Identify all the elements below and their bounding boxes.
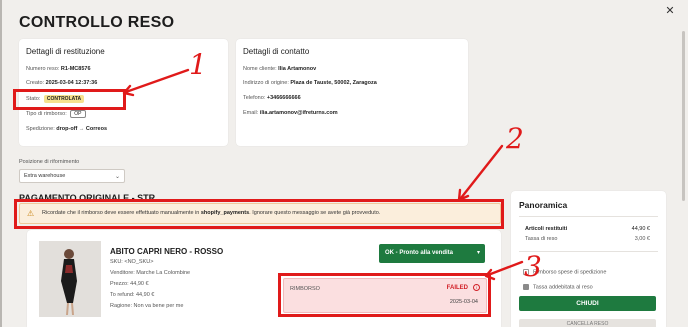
shipping-method: drop-off <box>56 126 78 132</box>
refund-type-badge: OP <box>70 110 86 118</box>
product-name: ABITO CAPRI NERO - ROSSO <box>110 247 224 256</box>
status-row: Stato: CONTROLATA <box>26 95 85 103</box>
warning-icon: ⚠ <box>27 209 35 218</box>
returned-items-value: 44,90 € <box>631 226 650 232</box>
address-row: Indirizzo di origine: Plaza de Tauste, 5… <box>243 80 377 86</box>
product-to-refund: To refund: 44,90 € <box>110 292 155 298</box>
refund-status: FAILED <box>446 285 468 291</box>
scrollbar[interactable] <box>681 25 686 327</box>
restock-select-value: Extra warehouse <box>24 173 66 179</box>
product-status-dropdown[interactable]: OK - Pronto alla vendita ▾ <box>379 244 485 263</box>
return-check-modal: CONTROLLO RESO ✕ Dettagli di restituzion… <box>0 0 688 327</box>
shipping-row: Spedizione: drop-off → Correos <box>26 126 108 132</box>
info-icon[interactable]: i <box>473 284 480 291</box>
restock-label: Posizione di rifornimento <box>19 159 80 165</box>
contact-details-card: Dettagli di contatto Nome cliente: Ilia … <box>236 39 468 146</box>
summary-panel: Panoramica Articoli restituiti 44,90 € T… <box>511 191 666 327</box>
phone-value: +3466666666 <box>266 95 301 101</box>
scrollbar-thumb[interactable] <box>682 31 685 201</box>
product-sku: SKU: <NO_SKU> <box>110 259 154 265</box>
restock-select[interactable]: Extra warehouse ⌄ <box>19 169 125 183</box>
refund-type-row: Tipo di rimborso: OP <box>26 110 86 118</box>
created-value: 2025-03-04 12:37:36 <box>45 80 98 86</box>
product-reason: Ragione: Non va bene per me <box>110 303 184 309</box>
contact-details-heading: Dettagli di contatto <box>243 47 310 56</box>
original-payment-heading: PAGAMENTO ORIGINALE - STR <box>19 193 156 203</box>
refund-label: RIMBORSO <box>290 286 320 292</box>
cancel-return-button[interactable]: CANCELLA RESO <box>519 319 656 327</box>
shipping-refund-checkbox[interactable] <box>523 269 529 275</box>
divider <box>519 251 658 252</box>
page-title: CONTROLLO RESO <box>19 14 175 31</box>
refund-date: 2025-03-04 <box>449 299 478 305</box>
annotation-number-2: 2 <box>505 122 524 155</box>
caret-down-icon: ▾ <box>476 250 480 256</box>
refund-status-box: RIMBORSO FAILED i 2025-03-04 <box>283 278 487 313</box>
return-details-heading: Dettagli di restituzione <box>26 47 105 56</box>
arrow-right-icon: → <box>78 126 85 132</box>
address-value: Plaza de Tauste, 50002, Zaragoza <box>290 80 377 86</box>
return-fee-label: Tassa di reso <box>525 236 558 242</box>
product-image <box>39 241 101 317</box>
warning-text: Ricordate che il rimborso deve essere ef… <box>42 210 381 216</box>
divider <box>519 216 658 217</box>
shipping-carrier: Correos <box>85 126 108 132</box>
status-badge: CONTROLATA <box>43 95 85 103</box>
return-fee-option[interactable]: Tassa addebitata al reso <box>523 284 593 290</box>
customer-name-row: Nome cliente: Ilia Artamonov <box>243 66 317 72</box>
return-number-row: Numero reso: R1-MC8576 <box>26 66 91 72</box>
close-button[interactable]: CHIUDI <box>519 296 656 311</box>
email-value: ilia.artamonov@ifreturns.com <box>259 110 338 116</box>
return-details-card: Dettagli di restituzione Numero reso: R1… <box>19 39 228 146</box>
email-row: Email: ilia.artamonov@ifreturns.com <box>243 110 338 116</box>
product-price: Prezzo: 44,90 € <box>110 281 149 287</box>
phone-row: Telefono: +3466666666 <box>243 95 301 101</box>
return-fee-value: 3,00 € <box>634 236 650 242</box>
summary-heading: Panoramica <box>519 200 568 210</box>
close-icon[interactable]: ✕ <box>664 5 676 17</box>
product-seller: Venditore: Marche La Colombine <box>110 270 191 276</box>
shipping-refund-option[interactable]: Rimborso spese di spedizione <box>523 269 606 275</box>
chevron-down-icon: ⌄ <box>114 174 120 180</box>
customer-name-value: Ilia Artamonov <box>278 66 317 72</box>
return-number-value: R1-MC8576 <box>60 66 91 72</box>
manual-refund-warning: ⚠ Ricordate che il rimborso deve essere … <box>19 203 501 224</box>
created-row: Creato: 2025-03-04 12:37:36 <box>26 80 98 86</box>
return-fee-checkbox[interactable] <box>523 284 529 290</box>
returned-items-label: Articoli restituiti <box>525 226 568 232</box>
